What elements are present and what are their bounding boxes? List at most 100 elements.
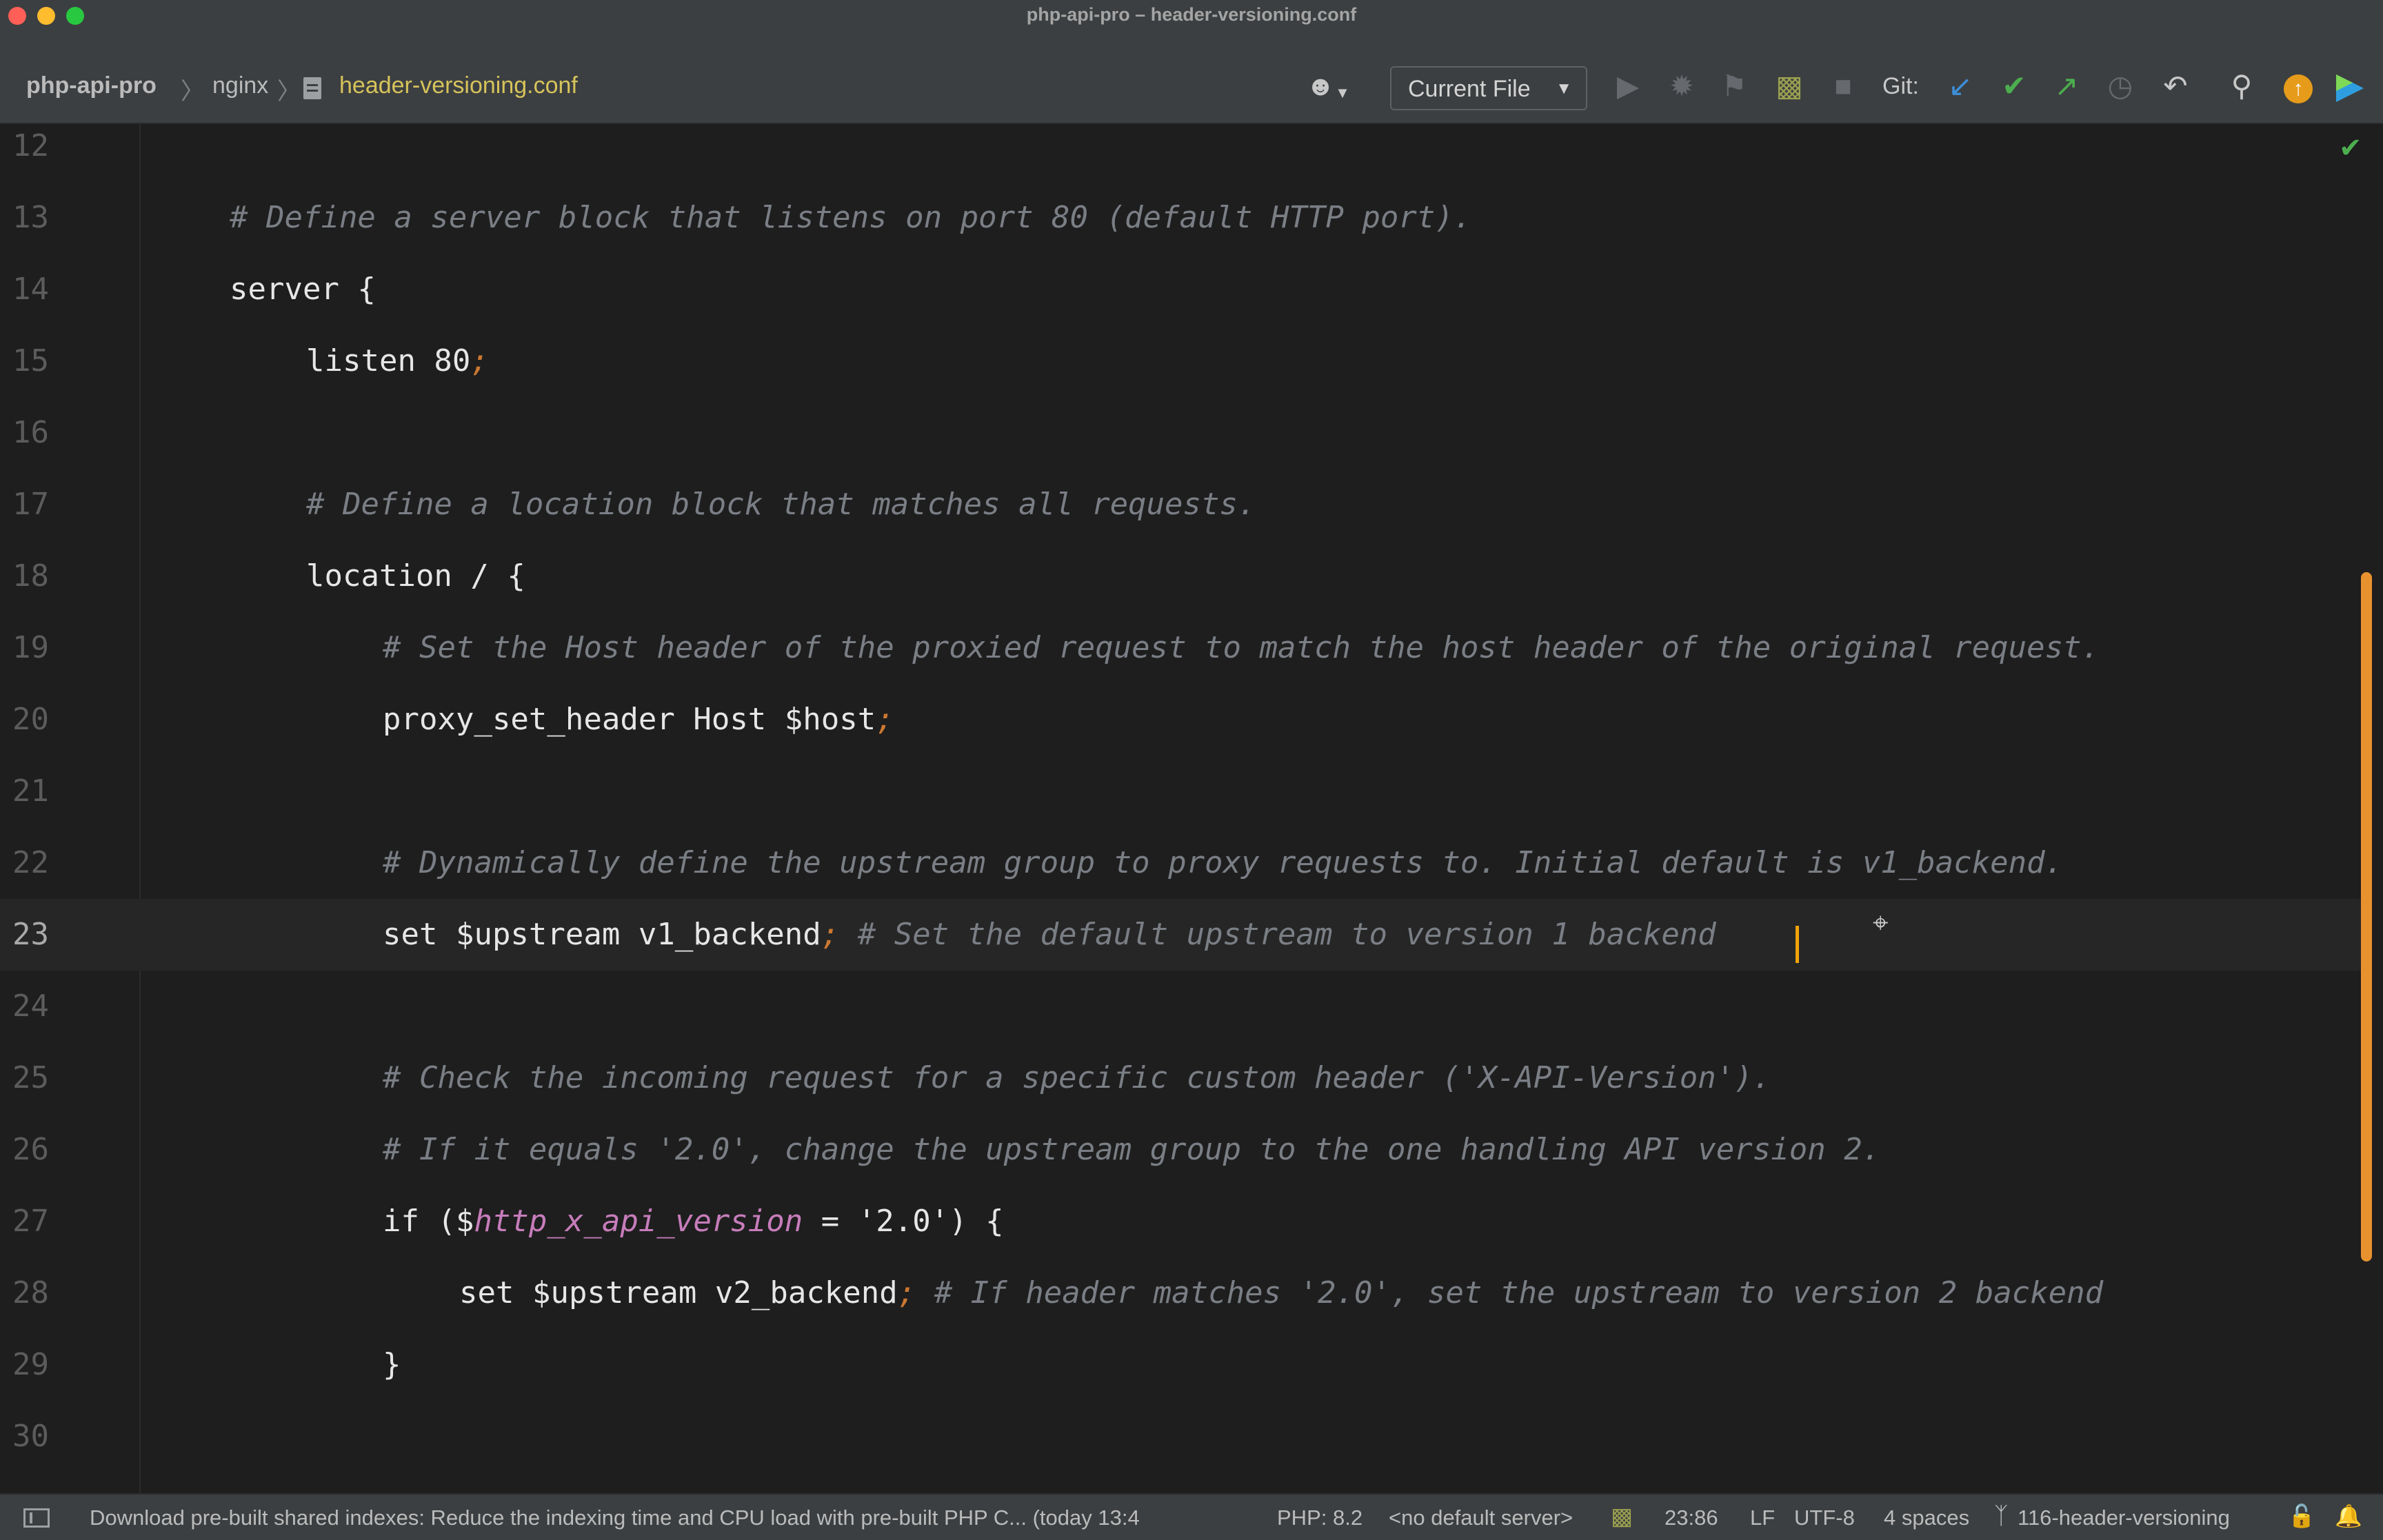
code-line[interactable]: 16 [0,397,2361,469]
line-number[interactable]: 12 [12,110,49,182]
breadcrumb-separator: 〉 [181,79,204,105]
line-number[interactable]: 29 [12,1329,49,1401]
code-text[interactable]: # Dynamically define the upstream group … [383,827,2063,899]
chevron-down-icon[interactable]: ▼ [1334,76,1351,110]
code-token: # If it equals '2.0', change the upstrea… [383,1132,1881,1167]
code-line[interactable]: 30 [0,1401,2361,1472]
git-update-icon[interactable]: ↙ [1943,69,1978,103]
line-number[interactable]: 20 [12,684,49,756]
code-token: set $upstream v2_backend [459,1275,898,1310]
code-line[interactable]: 22 # Dynamically define the upstream grou… [0,827,2361,899]
profile-icon[interactable]: ▩ [1772,69,1807,103]
code-line[interactable]: 28 set $upstream v2_backend; # If header … [0,1257,2361,1329]
code-text[interactable]: set $upstream v1_backend; # Set the defa… [383,899,1716,971]
caret-position[interactable]: 23:86 [1665,1506,1718,1530]
search-icon[interactable]: ⚲ [2224,69,2259,103]
code-text[interactable]: # If it equals '2.0', change the upstrea… [383,1114,1880,1186]
line-number[interactable]: 25 [12,1042,49,1114]
git-push-icon[interactable]: ↗ [2049,69,2084,103]
code-token: # Dynamically define the upstream group … [383,845,2064,880]
git-commit-icon[interactable]: ✔ [1997,69,2031,103]
code-text[interactable]: # Set the Host header of the proxied req… [383,612,2100,684]
line-number[interactable]: 16 [12,397,49,469]
rollback-icon[interactable]: ↶ [2158,69,2193,103]
code-line[interactable]: 14 server { [0,254,2361,325]
code-text[interactable]: if ($http_x_api_version = '2.0') { [383,1186,1004,1257]
run-configuration-select[interactable]: Current File ▼ [1390,66,1587,110]
code-text[interactable]: listen 80; [306,325,489,397]
line-number[interactable]: 17 [12,469,49,540]
line-number[interactable]: 28 [12,1257,49,1329]
stop-icon[interactable]: ■ [1826,69,1860,103]
line-number[interactable]: 18 [12,540,49,612]
code-line[interactable]: 12 [0,110,2361,182]
line-number[interactable]: 27 [12,1186,49,1257]
line-number[interactable]: 14 [12,254,49,325]
history-icon[interactable]: ◷ [2103,69,2138,103]
deployment-server[interactable]: <no default server> [1389,1506,1573,1530]
code-text[interactable]: # Check the incoming request for a speci… [383,1042,1771,1114]
line-number[interactable]: 15 [12,325,49,397]
bell-icon[interactable]: 🔔 [2335,1503,2362,1529]
line-number[interactable]: 30 [12,1401,49,1472]
line-separator[interactable]: LF [1750,1506,1775,1530]
debug-icon[interactable]: ✹ [1665,69,1699,103]
code-line[interactable]: 15 listen 80; [0,325,2361,397]
status-message[interactable]: Download pre-built shared indexes: Reduc… [90,1506,1140,1530]
code-line[interactable]: 19 # Set the Host header of the proxied r… [0,612,2361,684]
breadcrumb-separator: 〉 [277,79,301,105]
line-number[interactable]: 24 [12,971,49,1042]
file-encoding[interactable]: UTF-8 [1794,1506,1855,1530]
line-number[interactable]: 26 [12,1114,49,1186]
breadcrumb-folder[interactable]: nginx [212,72,268,99]
code-text[interactable]: } [383,1329,401,1401]
line-number[interactable]: 21 [12,756,49,827]
code-editor[interactable]: 12 13 # Define a server block that listens… [0,124,2383,1493]
code-line[interactable]: 27 if ($http_x_api_version = '2.0') { [0,1186,2361,1257]
code-text[interactable]: location / { [306,540,525,612]
php-version[interactable]: PHP: 8.2 [1277,1506,1363,1530]
code-token: # Define a location block that matches a… [306,487,1256,522]
indent-setting[interactable]: 4 spaces [1884,1506,1969,1530]
code-token: http_x_api_version [474,1204,803,1239]
breadcrumb-project[interactable]: php-api-pro [26,72,157,99]
text-caret [1796,926,1799,963]
run-icon[interactable]: ▶ [1611,69,1645,103]
coverage-icon[interactable]: ⚑ [1717,69,1751,103]
user-icon[interactable]: ☻ [1303,69,1338,103]
tool-window-toggle-icon[interactable] [23,1508,50,1528]
code-text[interactable]: server { [230,254,376,325]
code-text[interactable]: set $upstream v2_backend; # If header ma… [459,1257,2103,1329]
code-line[interactable]: 23 set $upstream v1_backend; # Set the de… [0,899,2361,971]
code-token: location / { [306,558,525,594]
line-number[interactable]: 19 [12,612,49,684]
chevron-down-icon: ▼ [1556,79,1572,98]
plugin-icon[interactable] [2333,72,2366,105]
line-number[interactable]: 13 [12,182,49,254]
code-line[interactable]: 21 [0,756,2361,827]
code-line[interactable]: 26 # If it equals '2.0', change the upstr… [0,1114,2361,1186]
lock-icon[interactable]: 🔓 [2288,1503,2315,1529]
code-line[interactable]: 24 [0,971,2361,1042]
code-line[interactable]: 18 location / { [0,540,2361,612]
code-text[interactable]: # Define a location block that matches a… [306,469,1256,540]
code-token: # Set the Host header of the proxied req… [383,630,2100,665]
scrollbar-thumb[interactable] [2361,572,2372,1262]
status-bar: Download pre-built shared indexes: Reduc… [0,1493,2383,1540]
profile-icon[interactable]: ▩ [1611,1503,1633,1530]
code-token: = '2.0') { [803,1204,1004,1239]
line-number[interactable]: 23 [12,899,49,971]
breadcrumb-file[interactable]: header-versioning.conf [339,72,578,99]
line-number[interactable]: 22 [12,827,49,899]
ide-window: php-api-pro – header-versioning.conf php… [0,0,2383,1540]
git-branch[interactable]: 116-header-versioning [2018,1506,2230,1530]
update-icon[interactable]: ↑ [2284,74,2313,103]
code-text[interactable]: proxy_set_header Host $host; [383,684,894,756]
code-line[interactable]: 17 # Define a location block that matches… [0,469,2361,540]
code-line[interactable]: 25 # Check the incoming request for a spe… [0,1042,2361,1114]
code-line[interactable]: 20 proxy_set_header Host $host; [0,684,2361,756]
code-line[interactable]: 29} [0,1329,2361,1401]
code-text[interactable]: # Define a server block that listens on … [230,182,1471,254]
code-line[interactable]: 13 # Define a server block that listens o… [0,182,2361,254]
checkmark-icon[interactable]: ✔ [2339,132,2362,164]
